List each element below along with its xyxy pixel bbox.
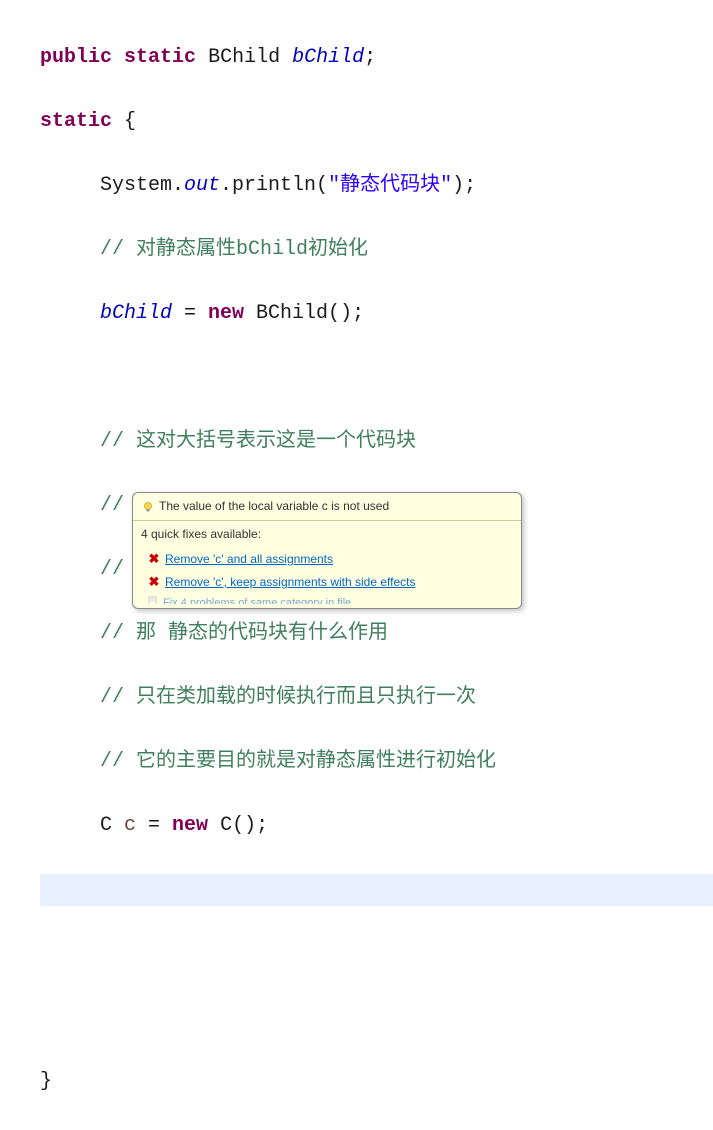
comment: // 它的主要目的就是对静态属性进行初始化 [100,750,496,773]
type-name: C [100,814,124,837]
comment: // 这对大括号表示这是一个代码块 [100,430,416,453]
remove-icon: ✖ [147,549,161,570]
quick-fix-row[interactable]: Fix 4 problems of same category in file [141,594,513,604]
code-line: // 对静态属性bChild初始化 [40,234,713,266]
field-name: bChild [100,302,172,325]
semicolon: ; [364,46,376,69]
code-line-highlighted [40,874,713,906]
keyword-new: new [208,302,244,325]
tooltip-header: The value of the local variable c is not… [133,493,521,521]
comment: // 只在类加载的时候执行而且只执行一次 [100,686,476,709]
brace-open: { [124,110,136,133]
quick-fix-link-truncated[interactable]: Fix 4 problems of same category in file [163,595,351,604]
equals: = [172,302,208,325]
equals: = [136,814,172,837]
close-paren: ); [452,174,476,197]
code-line-blank [40,1002,713,1034]
warning-text: The value of the local variable c is not… [159,497,389,516]
warning-tooltip: The value of the local variable c is not… [132,492,522,609]
local-var: c [124,814,136,837]
keyword-public: public [40,46,112,69]
keyword-new: new [172,814,208,837]
constructor-call: C(); [208,814,268,837]
type-name: BChild [208,46,280,69]
constructor-call: BChild(); [244,302,364,325]
keyword-static: static [124,46,196,69]
code-line-blank [40,938,713,970]
remove-icon: ✖ [147,572,161,593]
string-literal: "静态代码块" [328,174,452,197]
quick-fix-link[interactable]: Remove 'c', keep assignments with side e… [165,573,415,592]
class-ref: System. [100,174,184,197]
quick-fix-row[interactable]: ✖ Remove 'c', keep assignments with side… [141,571,513,594]
fixes-count-label: 4 quick fixes available: [141,523,513,548]
method-call: .println( [220,174,328,197]
brace-close: } [40,1070,52,1093]
code-line: System.out.println("静态代码块"); [40,170,713,202]
quick-fix-link[interactable]: Remove 'c' and all assignments [165,550,333,569]
code-line-blank [40,362,713,394]
keyword-static: static [40,110,112,133]
code-line: // 它的主要目的就是对静态属性进行初始化 [40,746,713,778]
field-name: bChild [292,46,364,69]
code-line: // 这对大括号表示这是一个代码块 [40,426,713,458]
code-line: bChild = new BChild(); [40,298,713,330]
comment: // 那 静态的代码块有什么作用 [100,622,388,645]
code-line: // 那 静态的代码块有什么作用 [40,618,713,650]
comment: // 对静态属性bChild初始化 [100,238,368,261]
field-out: out [184,174,220,197]
quick-fix-row[interactable]: ✖ Remove 'c' and all assignments [141,548,513,571]
code-line: } [40,1066,713,1098]
document-icon [147,595,159,604]
code-line: static { [40,106,713,138]
code-line: // 只在类加载的时候执行而且只执行一次 [40,682,713,714]
lightbulb-icon [141,500,155,514]
code-line: C c = new C(); [40,810,713,842]
code-line: public static BChild bChild; [40,42,713,74]
